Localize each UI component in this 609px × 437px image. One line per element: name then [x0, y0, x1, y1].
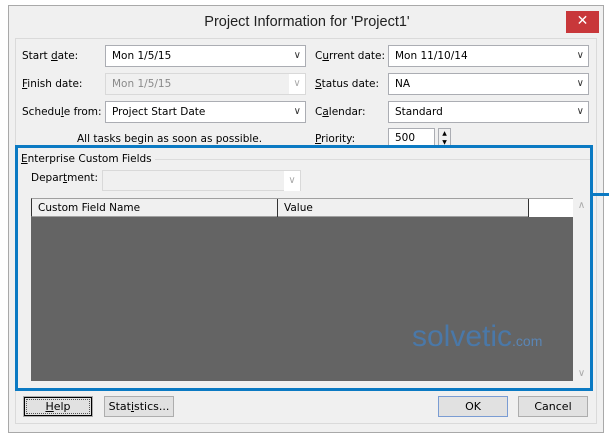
finish-date-combo: Mon 1/5/15 ∨	[105, 73, 306, 95]
start-date-combo[interactable]: Mon 1/5/15 ∨	[105, 45, 306, 67]
calendar-combo[interactable]: Standard ∨	[388, 101, 589, 123]
chevron-down-icon: ∨	[293, 106, 301, 117]
help-button[interactable]: Help	[23, 396, 93, 417]
statistics-button[interactable]: Statistics...	[104, 396, 174, 417]
highlight-pointer-line	[593, 193, 609, 196]
schedule-note: All tasks begin as soon as possible.	[77, 133, 263, 145]
spin-up-icon[interactable]: ▲	[439, 129, 450, 138]
finish-date-label: Finish date:	[22, 78, 83, 90]
schedule-from-combo[interactable]: Project Start Date ∨	[105, 101, 306, 123]
chevron-down-icon: ∨	[576, 78, 584, 89]
highlight-box	[15, 145, 593, 391]
start-date-label: Start date:	[22, 50, 79, 62]
status-date-combo[interactable]: NA ∨	[388, 73, 589, 95]
status-date-label: Status date:	[315, 78, 380, 90]
chevron-down-icon: ∨	[576, 106, 584, 117]
cancel-button[interactable]: Cancel	[518, 396, 588, 417]
close-icon: ✕	[576, 13, 589, 29]
schedule-from-label: Schedule from:	[22, 106, 102, 118]
chevron-down-icon: ∨	[289, 74, 305, 94]
priority-label: Priority:	[315, 133, 356, 145]
ok-button[interactable]: OK	[438, 396, 508, 417]
current-date-combo[interactable]: Mon 11/10/14 ∨	[388, 45, 589, 67]
chevron-down-icon: ∨	[293, 50, 301, 61]
calendar-label: Calendar:	[315, 106, 366, 118]
current-date-label: Current date:	[315, 50, 386, 62]
chevron-down-icon: ∨	[576, 50, 584, 61]
dialog-title: Project Information for 'Project1'	[204, 14, 410, 30]
close-button[interactable]: ✕	[566, 11, 599, 33]
